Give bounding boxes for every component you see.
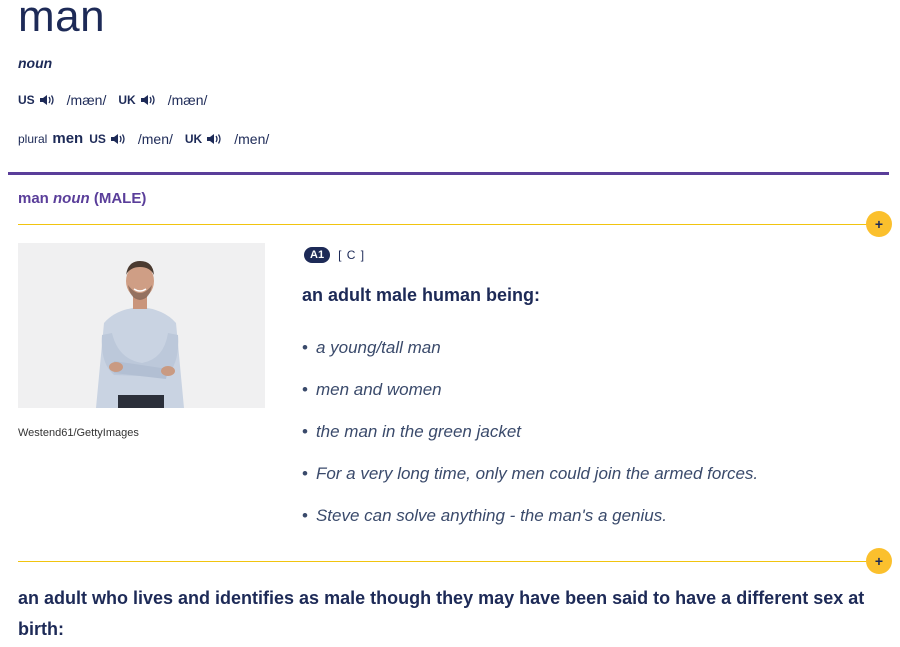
bullet: • — [302, 506, 308, 525]
example-item: • For a very long time, only men could jo… — [302, 464, 758, 506]
example-text: a young/tall man — [315, 338, 441, 357]
plural-pronunciation-row: plural men US /men/ UK /men/ — [18, 130, 281, 147]
example-text: For a very long time, only men could joi… — [315, 464, 759, 483]
example-item: • Steve can solve anything - the man's a … — [302, 506, 758, 548]
sense-image — [18, 243, 265, 408]
speaker-icon[interactable] — [140, 93, 158, 107]
speaker-icon[interactable] — [206, 132, 224, 146]
ipa-us: /men/ — [137, 130, 173, 147]
sense-guideword: (MALE) — [93, 190, 147, 207]
example-text: Steve can solve anything - the man's a g… — [315, 506, 667, 525]
region-label-uk: UK — [184, 131, 203, 146]
speaker-icon[interactable] — [110, 132, 128, 146]
level-row: A1 [ C ] — [304, 247, 365, 263]
example-list: • a young/tall man • men and women • the ma… — [302, 338, 758, 548]
plural-word: men — [52, 130, 84, 147]
region-label-uk: UK — [118, 93, 136, 107]
example-text: the man in the green jacket — [315, 422, 522, 441]
ipa-us: /mæn/ — [66, 92, 107, 108]
example-text: men and women — [315, 380, 442, 399]
sense-headword: man — [18, 190, 49, 207]
pronunciation-row: US /mæn/ UK /mæn/ — [18, 92, 219, 108]
bullet: • — [302, 338, 308, 357]
image-caption: Westend61/GettyImages — [18, 427, 139, 439]
expand-plus-icon[interactable]: + — [866, 548, 892, 574]
definition: an adult who lives and identifies as mal… — [18, 588, 865, 639]
definition: an adult male human being: — [302, 285, 541, 305]
example-item: • a young/tall man — [302, 338, 758, 380]
sense-pos: noun — [53, 190, 90, 207]
part-of-speech: noun — [18, 55, 53, 71]
region-label-us: US — [89, 131, 106, 146]
bullet: • — [302, 380, 308, 399]
section-divider — [8, 172, 889, 175]
man-photo-illustration — [18, 243, 265, 408]
sense-header: man noun (MALE) — [18, 190, 146, 207]
sense-divider — [18, 224, 880, 225]
example-item: • men and women — [302, 380, 758, 422]
bullet: • — [302, 422, 308, 441]
expand-plus-icon[interactable]: + — [866, 211, 892, 237]
bullet: • — [302, 464, 308, 483]
headword: man — [18, 0, 106, 41]
sense-divider — [18, 561, 880, 562]
region-label-us: US — [18, 93, 35, 107]
ipa-uk: /men/ — [234, 130, 270, 147]
plural-label: plural — [18, 131, 48, 146]
ipa-uk: /mæn/ — [167, 92, 208, 108]
grammar-code: [ C ] — [338, 248, 366, 262]
example-item: • the man in the green jacket — [302, 422, 758, 464]
speaker-icon[interactable] — [39, 93, 57, 107]
cefr-level-badge: A1 — [304, 247, 331, 263]
